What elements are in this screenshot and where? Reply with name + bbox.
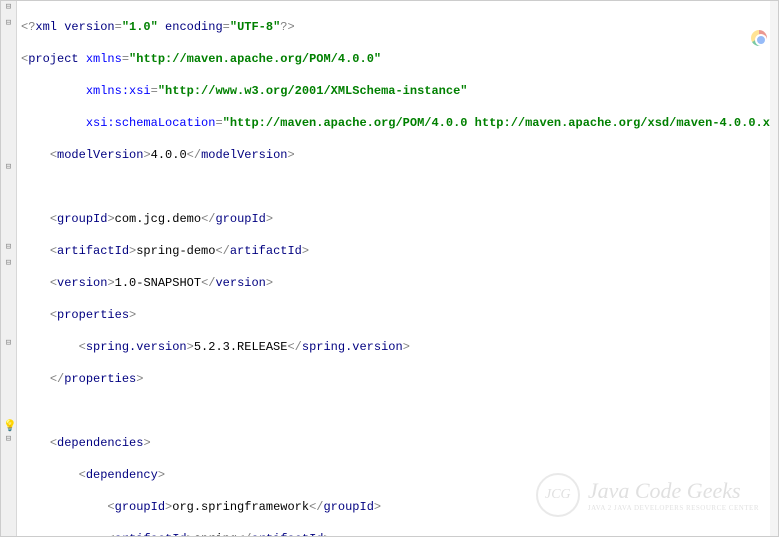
dep0-groupid: org.springframework xyxy=(172,500,309,514)
fold-marker[interactable]: ⊟ xyxy=(3,339,14,350)
tag-project: project xyxy=(28,52,78,66)
chrome-icon[interactable] xyxy=(751,30,767,46)
code-line[interactable]: <artifactId>spring-demo</artifactId> xyxy=(21,243,778,259)
code-line[interactable]: <dependency> xyxy=(21,467,778,483)
scrollbar[interactable] xyxy=(770,1,778,536)
code-line[interactable]: <groupId>com.jcg.demo</groupId> xyxy=(21,211,778,227)
val-spring-version: 5.2.3.RELEASE xyxy=(194,340,288,354)
tag-dependency: dependency xyxy=(86,468,158,482)
xml-editor: ⊟ ⊟ ⊟ ⊟ ⊟ ⊟ 💡 ⊟ <?xml version="1.0" enco… xyxy=(0,0,779,537)
tag-dependencies: dependencies xyxy=(57,436,143,450)
gutter: ⊟ ⊟ ⊟ ⊟ ⊟ ⊟ 💡 ⊟ xyxy=(1,1,17,536)
code-line[interactable]: xmlns:xsi="http://www.w3.org/2001/XMLSch… xyxy=(21,83,778,99)
fold-marker[interactable]: ⊟ xyxy=(3,435,14,446)
fold-marker[interactable]: ⊟ xyxy=(3,19,14,30)
attr-xmlns-xsi: xmlns:xsi xyxy=(86,84,151,98)
tag-groupid: groupId xyxy=(57,212,107,226)
val-groupid: com.jcg.demo xyxy=(115,212,201,226)
code-area[interactable]: <?xml version="1.0" encoding="UTF-8"?> <… xyxy=(17,1,778,536)
fold-marker[interactable]: ⊟ xyxy=(3,259,14,270)
attr-xmlns: xmlns xyxy=(86,52,122,66)
val-version: 1.0-SNAPSHOT xyxy=(115,276,201,290)
code-line[interactable]: <?xml version="1.0" encoding="UTF-8"?> xyxy=(21,19,778,35)
val-xmlns: http://maven.apache.org/POM/4.0.0 xyxy=(136,52,374,66)
code-line[interactable]: <modelVersion>4.0.0</modelVersion> xyxy=(21,147,778,163)
xml-version: 1.0 xyxy=(129,20,151,34)
code-line[interactable]: </properties> xyxy=(21,371,778,387)
code-line[interactable] xyxy=(21,403,778,419)
code-line[interactable]: <properties> xyxy=(21,307,778,323)
code-line[interactable]: <groupId>org.springframework</groupId> xyxy=(21,499,778,515)
fold-marker[interactable]: ⊟ xyxy=(3,163,14,174)
code-line[interactable]: <dependencies> xyxy=(21,435,778,451)
val-modelversion: 4.0.0 xyxy=(151,148,187,162)
code-line[interactable]: <version>1.0-SNAPSHOT</version> xyxy=(21,275,778,291)
val-xmlns-xsi: http://www.w3.org/2001/XMLSchema-instanc… xyxy=(165,84,460,98)
val-artifactid: spring-demo xyxy=(136,244,215,258)
code-line[interactable]: <project xmlns="http://maven.apache.org/… xyxy=(21,51,778,67)
dep0-artifactid: spring xyxy=(194,532,237,536)
xml-encoding: UTF-8 xyxy=(237,20,273,34)
intention-hint-icon[interactable]: 💡 xyxy=(3,419,15,431)
attr-schemalocation: xsi:schemaLocation xyxy=(86,116,216,130)
fold-marker[interactable]: ⊟ xyxy=(3,243,14,254)
code-line[interactable]: <spring.version>5.2.3.RELEASE</spring.ve… xyxy=(21,339,778,355)
tag-artifactid: artifactId xyxy=(57,244,129,258)
code-line[interactable]: <artifactId>spring</artifactId> xyxy=(21,531,778,536)
tag-spring-version: spring.version xyxy=(86,340,187,354)
code-line[interactable]: xsi:schemaLocation="http://maven.apache.… xyxy=(21,115,778,131)
fold-marker[interactable]: ⊟ xyxy=(3,3,14,14)
val-schemalocation: http://maven.apache.org/POM/4.0.0 http:/… xyxy=(230,116,778,130)
tag-modelversion: modelVersion xyxy=(57,148,143,162)
tag-properties: properties xyxy=(57,308,129,322)
code-line[interactable] xyxy=(21,179,778,195)
tag-version: version xyxy=(57,276,107,290)
